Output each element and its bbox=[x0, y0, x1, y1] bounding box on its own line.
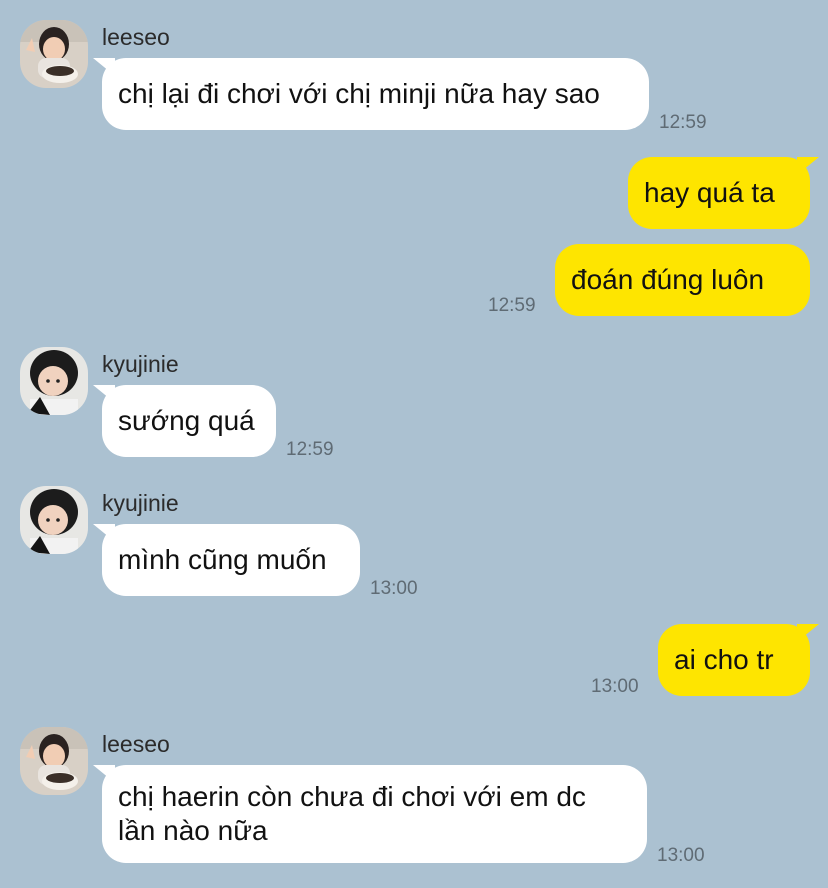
avatar-leeseo[interactable] bbox=[20, 727, 88, 795]
message-bubble-outgoing[interactable]: đoán đúng luôn bbox=[555, 244, 810, 316]
sender-name: leeseo bbox=[102, 731, 170, 757]
avatar-leeseo[interactable] bbox=[20, 20, 88, 88]
message-timestamp: 13:00 bbox=[657, 845, 705, 866]
avatar-kyujinie-photo bbox=[20, 486, 88, 554]
message-timestamp: 13:00 bbox=[591, 676, 639, 697]
message-bubble-incoming[interactable]: sướng quá bbox=[102, 385, 276, 457]
message-bubble-outgoing[interactable]: ai cho tr bbox=[658, 624, 810, 696]
message-bubble-incoming[interactable]: chị haerin còn chưa đi chơi với em dc lầ… bbox=[102, 765, 647, 863]
message-text: ai cho tr bbox=[674, 644, 774, 675]
message-timestamp: 12:59 bbox=[488, 295, 536, 316]
message-timestamp: 13:00 bbox=[370, 578, 418, 599]
message-timestamp: 12:59 bbox=[659, 112, 707, 133]
message-text-line: lần nào nữa bbox=[118, 815, 268, 846]
message-bubble-incoming[interactable]: mình cũng muốn bbox=[102, 524, 360, 596]
message-text-line: chị haerin còn chưa đi chơi với em dc bbox=[118, 781, 586, 812]
avatar-kyujinie[interactable] bbox=[20, 486, 88, 554]
message-text: mình cũng muốn bbox=[118, 544, 327, 575]
message-text: sướng quá bbox=[118, 405, 255, 436]
avatar-leeseo-photo bbox=[20, 727, 88, 795]
message-bubble-outgoing[interactable]: hay quá ta bbox=[628, 157, 810, 229]
message-text: chị lại đi chơi với chị minji nữa hay sa… bbox=[118, 78, 600, 109]
avatar-leeseo-photo bbox=[20, 20, 88, 88]
sender-name: kyujinie bbox=[102, 351, 179, 377]
message-timestamp: 12:59 bbox=[286, 439, 334, 460]
avatar-kyujinie[interactable] bbox=[20, 347, 88, 415]
message-text: đoán đúng luôn bbox=[571, 264, 765, 295]
sender-name: leeseo bbox=[102, 24, 170, 50]
message-text: hay quá ta bbox=[644, 177, 775, 208]
avatar-kyujinie-photo bbox=[20, 347, 88, 415]
message-bubble-incoming[interactable]: chị lại đi chơi với chị minji nữa hay sa… bbox=[102, 58, 649, 130]
sender-name: kyujinie bbox=[102, 490, 179, 516]
